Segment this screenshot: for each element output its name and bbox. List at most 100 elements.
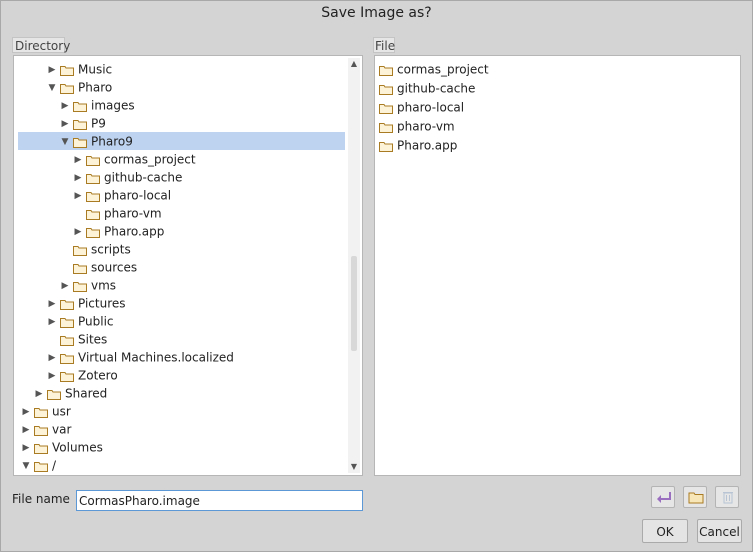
scroll-up-icon[interactable]: ▲	[348, 58, 360, 70]
folder-icon	[60, 371, 74, 382]
expand-arrow-icon[interactable]: ▶	[72, 187, 84, 205]
tree-item[interactable]: ▶ github-cache	[18, 168, 183, 187]
tree-item-label: usr	[52, 404, 71, 419]
folder-icon	[379, 103, 393, 114]
folder-icon	[34, 461, 48, 472]
file-list-item-label: Pharo.app	[397, 138, 458, 153]
tree-item-label: cormas_project	[104, 152, 196, 167]
file-list[interactable]: cormas_project github-cache pharo-local pha…	[374, 55, 741, 476]
folder-icon	[379, 122, 393, 133]
expand-arrow-icon[interactable]: ▶	[33, 385, 45, 403]
file-name-label: File name	[12, 492, 70, 506]
expand-arrow-icon[interactable]: ▶	[20, 421, 32, 439]
tree-item[interactable]: ▶ Pharo.app	[18, 222, 165, 241]
tree-item-label: sources	[91, 260, 138, 275]
file-name-input[interactable]	[76, 490, 363, 511]
tree-item[interactable]: ▼ Pharo9	[18, 132, 345, 150]
file-list-item-label: pharo-vm	[397, 119, 455, 134]
tree-item[interactable]: ▶ cormas_project	[18, 150, 196, 168]
expand-arrow-icon[interactable]: ▶	[46, 61, 58, 79]
tree-item-label: vms	[91, 278, 117, 293]
tree-item[interactable]: ▶ Pictures	[18, 294, 126, 312]
dialog-title: Save Image as?	[321, 5, 432, 21]
tree-item-label: Zotero	[78, 368, 118, 383]
collapse-arrow-icon[interactable]: ▼	[59, 133, 71, 151]
folder-icon	[47, 389, 61, 400]
file-list-rows: cormas_project github-cache pharo-local pha…	[379, 60, 736, 471]
collapse-arrow-icon[interactable]: ▼	[20, 457, 32, 475]
file-list-item[interactable]: pharo-local	[379, 98, 464, 116]
tree-item-label: Pharo	[78, 80, 113, 95]
file-list-item[interactable]: cormas_project	[379, 60, 489, 78]
directory-tree[interactable]: ▶ Music ▼ Pharo ▶ images ▶ P9 ▼ Pharo9 ▶ cormas_pro…	[13, 55, 363, 476]
folder-icon	[60, 65, 74, 76]
tree-item[interactable]: scripts	[18, 240, 131, 258]
tree-item-label: scripts	[91, 242, 131, 257]
tree-item[interactable]: ▶ Zotero	[18, 366, 118, 384]
tree-item[interactable]: ▶ vms	[18, 276, 117, 295]
expand-arrow-icon[interactable]: ▶	[59, 277, 71, 295]
expand-arrow-icon[interactable]: ▶	[46, 367, 58, 385]
folder-icon	[34, 443, 48, 454]
tree-item[interactable]: ▶ P9	[18, 114, 106, 132]
folder-icon	[73, 101, 87, 112]
expand-arrow-icon[interactable]: ▶	[59, 97, 71, 115]
ok-button[interactable]: OK	[642, 519, 688, 543]
scroll-down-icon[interactable]: ▼	[348, 461, 360, 473]
scrollbar-thumb[interactable]	[351, 256, 357, 351]
folder-icon	[34, 407, 48, 418]
collapse-arrow-icon[interactable]: ▼	[46, 79, 58, 97]
folder-icon	[86, 191, 100, 202]
file-list-item[interactable]: Pharo.app	[379, 136, 457, 154]
directory-scrollbar[interactable]: ▲ ▼	[348, 58, 360, 473]
tree-item-label: Pharo.app	[104, 224, 165, 239]
directory-label: Directory	[12, 37, 70, 53]
tree-item-label: P9	[91, 116, 106, 131]
folder-icon	[73, 281, 87, 292]
file-list-item-label: github-cache	[397, 81, 476, 96]
cancel-button[interactable]: Cancel	[697, 519, 742, 543]
expand-arrow-icon[interactable]: ▶	[72, 151, 84, 169]
tree-item-label: Pictures	[78, 296, 126, 311]
delete-button[interactable]	[715, 486, 739, 508]
tree-item[interactable]: ▶ Virtual Machines.localized	[18, 348, 234, 366]
tree-item[interactable]: ▶ Music	[18, 60, 113, 79]
folder-icon	[86, 155, 100, 166]
tree-item[interactable]: ▼ Pharo	[18, 78, 113, 97]
tree-item[interactable]: ▶ Volumes	[18, 438, 103, 456]
tree-item[interactable]: Sites	[18, 330, 107, 348]
tree-item[interactable]: ▶ pharo-local	[18, 186, 172, 205]
file-label: File	[373, 37, 396, 53]
folder-icon	[60, 299, 74, 310]
tree-item[interactable]: ▼ /	[18, 456, 57, 475]
back-arrow-icon	[657, 492, 671, 503]
folder-icon	[86, 209, 100, 220]
tree-item[interactable]: ▶ images	[18, 96, 135, 114]
expand-arrow-icon[interactable]: ▶	[20, 403, 32, 421]
expand-arrow-icon[interactable]: ▶	[72, 223, 84, 241]
folder-icon	[73, 245, 87, 256]
tree-item[interactable]: ▶ Public	[18, 312, 114, 330]
file-list-item[interactable]: pharo-vm	[379, 117, 455, 135]
folder-icon	[73, 263, 87, 274]
tree-item-label: Virtual Machines.localized	[78, 350, 234, 365]
tree-item-label: images	[91, 98, 135, 113]
file-list-item[interactable]: github-cache	[379, 79, 475, 97]
trash-icon	[723, 492, 733, 504]
expand-arrow-icon[interactable]: ▶	[20, 439, 32, 457]
file-list-item-label: cormas_project	[397, 62, 489, 77]
folder-icon	[34, 425, 48, 436]
tree-item[interactable]: ▶ var	[18, 420, 72, 439]
expand-arrow-icon[interactable]: ▶	[46, 295, 58, 313]
expand-arrow-icon[interactable]: ▶	[72, 169, 84, 187]
expand-arrow-icon[interactable]: ▶	[46, 313, 58, 331]
expand-arrow-icon[interactable]: ▶	[59, 115, 71, 133]
tree-item[interactable]: ▶ Shared	[18, 384, 108, 403]
expand-arrow-icon[interactable]: ▶	[46, 349, 58, 367]
tree-item[interactable]: sources	[18, 258, 137, 276]
back-button[interactable]	[651, 486, 675, 508]
tree-item[interactable]: pharo-vm	[18, 204, 162, 222]
folder-icon	[86, 173, 100, 184]
tree-item[interactable]: ▶ usr	[18, 402, 71, 420]
new-folder-button[interactable]	[683, 486, 707, 508]
